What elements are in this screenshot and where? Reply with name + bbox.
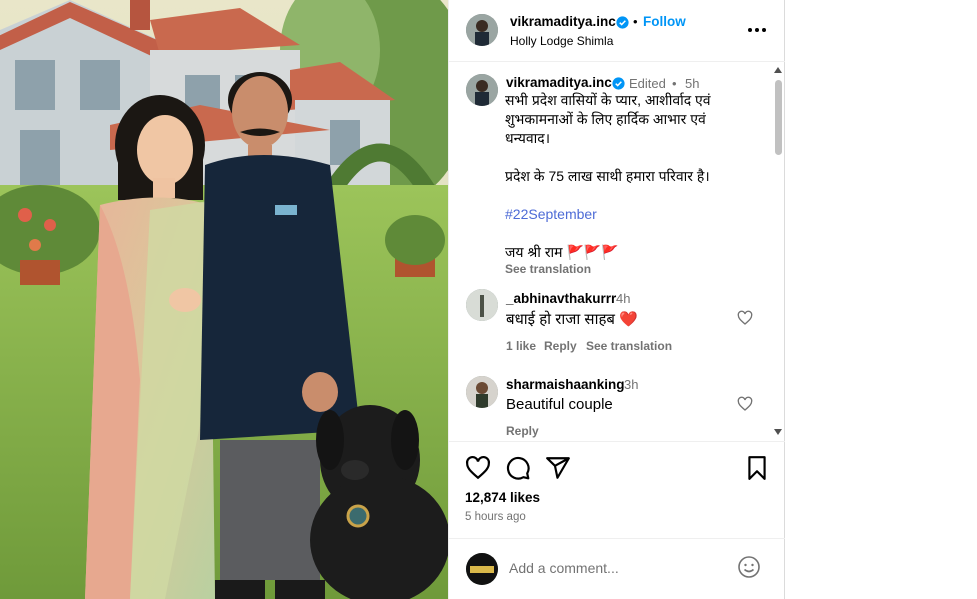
scroll-down-arrow-icon[interactable] bbox=[774, 429, 782, 435]
caption-time[interactable]: 5h bbox=[685, 76, 699, 91]
comment-time[interactable]: 3h bbox=[624, 377, 638, 392]
post-time[interactable]: 5 hours ago bbox=[465, 511, 526, 523]
avatar-image-icon bbox=[466, 376, 498, 408]
post-actions-section: 12,874 likes 5 hours ago bbox=[449, 441, 785, 599]
edited-label: Edited bbox=[629, 76, 666, 91]
author-username[interactable]: vikramaditya.inc bbox=[510, 14, 616, 29]
caption-line: प्रदेश के 75 लाख साथी हमारा परिवार है। bbox=[505, 168, 710, 184]
caption-separator: • bbox=[672, 76, 677, 91]
comment-text: Beautiful couple bbox=[506, 396, 613, 413]
post-panel: vikramaditya.inc • Follow Holly Lodge Sh… bbox=[448, 0, 785, 599]
couple-photo-illustration bbox=[0, 0, 448, 599]
commenter-username[interactable]: sharmaishaanking bbox=[506, 377, 625, 392]
share-icon[interactable] bbox=[545, 455, 571, 481]
avatar-image-icon bbox=[466, 289, 498, 321]
add-comment-input[interactable] bbox=[509, 557, 729, 579]
caption-avatar[interactable] bbox=[466, 74, 498, 106]
comment-likes-count[interactable]: 1 like bbox=[506, 339, 536, 353]
emoji-icon[interactable] bbox=[737, 555, 761, 579]
more-options-icon[interactable] bbox=[745, 20, 769, 40]
hashtag-link[interactable]: #22September bbox=[505, 205, 735, 224]
comments-scroll-area[interactable]: vikramaditya.inc Edited • 5h सभी प्रदेश … bbox=[449, 63, 785, 441]
verified-badge-icon bbox=[612, 77, 625, 90]
viewer-avatar bbox=[466, 553, 498, 585]
post-header: vikramaditya.inc • Follow Holly Lodge Sh… bbox=[449, 0, 785, 62]
commenter-avatar[interactable] bbox=[466, 376, 498, 408]
scrollbar-thumb[interactable] bbox=[775, 80, 782, 155]
bookmark-icon[interactable] bbox=[744, 455, 770, 481]
follow-button[interactable]: Follow bbox=[643, 14, 686, 29]
verified-badge-icon bbox=[616, 16, 629, 29]
post-photo[interactable] bbox=[0, 0, 448, 599]
comment-icon[interactable] bbox=[505, 455, 531, 481]
comment-text: बधाई हो राजा साहब ❤️ bbox=[506, 311, 638, 328]
avatar-image-icon bbox=[466, 14, 498, 46]
post-location[interactable]: Holly Lodge Shimla bbox=[510, 34, 613, 48]
caption-see-translation[interactable]: See translation bbox=[505, 260, 735, 279]
likes-count[interactable]: 12,874 likes bbox=[465, 490, 540, 505]
commenter-avatar[interactable] bbox=[466, 289, 498, 321]
commenter-username[interactable]: _abhinavthakurrr bbox=[506, 291, 616, 306]
caption-username[interactable]: vikramaditya.inc bbox=[506, 75, 612, 90]
reply-button[interactable]: Reply bbox=[506, 424, 539, 438]
like-comment-heart-icon[interactable] bbox=[737, 310, 753, 326]
like-comment-heart-icon[interactable] bbox=[737, 396, 753, 412]
avatar-image-icon bbox=[466, 553, 498, 585]
comment-time[interactable]: 4h bbox=[616, 291, 630, 306]
add-comment-row bbox=[449, 538, 785, 599]
caption-line: सभी प्रदेश वासियों के प्यार, आशीर्वाद एव… bbox=[505, 92, 711, 146]
comment-see-translation[interactable]: See translation bbox=[586, 339, 672, 353]
author-avatar[interactable] bbox=[466, 14, 498, 46]
heart-icon[interactable] bbox=[465, 455, 491, 481]
caption-text: सभी प्रदेश वासियों के प्यार, आशीर्वाद एव… bbox=[505, 91, 735, 279]
avatar-image-icon bbox=[466, 74, 498, 106]
reply-button[interactable]: Reply bbox=[544, 339, 577, 353]
comments-scrollbar[interactable] bbox=[771, 63, 785, 441]
header-separator: • bbox=[633, 14, 638, 29]
instagram-post-page: vikramaditya.inc • Follow Holly Lodge Sh… bbox=[0, 0, 977, 599]
scroll-up-arrow-icon[interactable] bbox=[774, 67, 782, 73]
